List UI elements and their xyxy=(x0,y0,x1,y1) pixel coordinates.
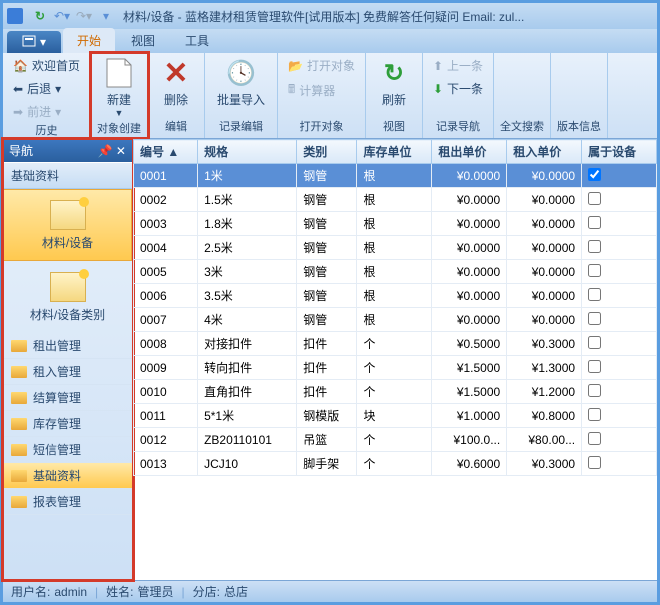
nav-material-category[interactable]: 材料/设备类别 xyxy=(3,261,132,333)
col-header[interactable]: 编号 ▲ xyxy=(134,140,198,164)
home-button[interactable]: 🏠 欢迎首页 xyxy=(9,55,84,76)
equip-checkbox[interactable] xyxy=(588,408,601,421)
table-row[interactable]: 0012ZB20110101吊篮个¥100.0...¥80.00... xyxy=(134,428,657,452)
table-row[interactable]: 00011米钢管根¥0.0000¥0.0000 xyxy=(134,164,657,188)
group-edit: ✕ 删除 编辑 xyxy=(148,53,205,138)
refresh-button[interactable]: ↻ 刷新 xyxy=(372,55,416,110)
table-row[interactable]: 00031.8米钢管根¥0.0000¥0.0000 xyxy=(134,212,657,236)
group-search: 全文搜索 xyxy=(494,53,551,138)
nav-item-3[interactable]: 库存管理 xyxy=(3,411,132,437)
equip-checkbox[interactable] xyxy=(588,384,601,397)
batch-import-button[interactable]: 🕓 批量导入 xyxy=(211,55,271,110)
new-button[interactable]: 新建▼ xyxy=(97,55,141,120)
equip-checkbox[interactable] xyxy=(588,456,601,469)
nav-panel: 导航 📌 ✕ 基础资料 材料/设备 材料/设备类别 租出管理租入管理结算管理库存… xyxy=(3,139,133,580)
group-history: 🏠 欢迎首页 ⬅ 后退 ▾ ➡ 前进 ▾ 历史 xyxy=(3,53,91,138)
col-header[interactable]: 类别 xyxy=(297,140,357,164)
col-header[interactable]: 库存单位 xyxy=(357,140,432,164)
pin-icon[interactable]: 📌 ✕ xyxy=(98,144,126,158)
group-record-edit: 🕓 批量导入 记录编辑 xyxy=(205,53,278,138)
equip-checkbox[interactable] xyxy=(588,192,601,205)
nav-item-1[interactable]: 租入管理 xyxy=(3,359,132,385)
data-grid[interactable]: 编号 ▲规格类别库存单位租出单价租入单价属于设备 00011米钢管根¥0.000… xyxy=(133,139,657,580)
nav-item-0[interactable]: 租出管理 xyxy=(3,333,132,359)
col-header[interactable]: 租入单价 xyxy=(507,140,582,164)
ribbon: 🏠 欢迎首页 ⬅ 后退 ▾ ➡ 前进 ▾ 历史 新建▼ 对象创建 ✕ 删除 编辑… xyxy=(3,53,657,139)
refresh-icon: ↻ xyxy=(378,57,410,89)
equip-checkbox[interactable] xyxy=(588,312,601,325)
equip-checkbox[interactable] xyxy=(588,288,601,301)
qat-undo-icon[interactable]: ↶▾ xyxy=(53,7,71,25)
tab-tools[interactable]: 工具 xyxy=(171,28,223,53)
table-row[interactable]: 00063.5米钢管根¥0.0000¥0.0000 xyxy=(134,284,657,308)
nav-item-4[interactable]: 短信管理 xyxy=(3,437,132,463)
nav-section-basic[interactable]: 基础资料 xyxy=(3,162,132,189)
equip-checkbox[interactable] xyxy=(588,432,601,445)
table-row[interactable]: 00042.5米钢管根¥0.0000¥0.0000 xyxy=(134,236,657,260)
group-version: 版本信息 xyxy=(551,53,608,138)
table-row[interactable]: 0009转向扣件扣件个¥1.5000¥1.3000 xyxy=(134,356,657,380)
nav-item-2[interactable]: 结算管理 xyxy=(3,385,132,411)
tab-view[interactable]: 视图 xyxy=(117,28,169,53)
nav-header: 导航 📌 ✕ xyxy=(3,139,132,162)
titlebar: ↻ ↶▾ ↷▾ ▾ 材料/设备 - 蓝格建材租赁管理软件[试用版本] 免费解答任… xyxy=(3,3,657,29)
col-header[interactable]: 租出单价 xyxy=(432,140,507,164)
table-row[interactable]: 00115*1米钢模版块¥1.0000¥0.8000 xyxy=(134,404,657,428)
open-object-button[interactable]: 📂 打开对象 xyxy=(284,55,359,76)
folder-icon xyxy=(11,418,27,430)
quick-access: ↻ ↶▾ ↷▾ ▾ xyxy=(31,7,115,25)
group-create: 新建▼ 对象创建 xyxy=(91,53,148,138)
nav-item-5[interactable]: 基础资料 xyxy=(3,463,132,489)
tab-start[interactable]: 开始 xyxy=(63,28,115,53)
back-button[interactable]: ⬅ 后退 ▾ xyxy=(9,78,84,99)
qat-more-icon[interactable]: ▾ xyxy=(97,7,115,25)
group-view: ↻ 刷新 视图 xyxy=(366,53,423,138)
equip-checkbox[interactable] xyxy=(588,168,601,181)
table-row[interactable]: 0008对接扣件扣件个¥0.5000¥0.3000 xyxy=(134,332,657,356)
qat-refresh-icon[interactable]: ↻ xyxy=(31,7,49,25)
equip-checkbox[interactable] xyxy=(588,264,601,277)
table-row[interactable]: 0010直角扣件扣件个¥1.5000¥1.2000 xyxy=(134,380,657,404)
table-row[interactable]: 00074米钢管根¥0.0000¥0.0000 xyxy=(134,308,657,332)
nav-material-equip[interactable]: 材料/设备 xyxy=(3,189,132,261)
group-record-nav: ⬆ 上一条 ⬇ 下一条 记录导航 xyxy=(423,53,494,138)
equip-checkbox[interactable] xyxy=(588,240,601,253)
col-header[interactable]: 规格 xyxy=(198,140,297,164)
folder-icon xyxy=(11,392,27,404)
app-icon xyxy=(7,8,23,24)
forward-button[interactable]: ➡ 前进 ▾ xyxy=(9,101,84,122)
new-icon xyxy=(103,57,135,89)
table-row[interactable]: 0013JCJ10脚手架个¥0.6000¥0.3000 xyxy=(134,452,657,476)
delete-button[interactable]: ✕ 删除 xyxy=(154,55,198,110)
calculator-button[interactable]: 🖩 计算器 xyxy=(284,78,359,103)
col-header[interactable]: 属于设备 xyxy=(582,140,657,164)
qat-redo-icon[interactable]: ↷▾ xyxy=(75,7,93,25)
ribbon-tabs: ▾ 开始 视图 工具 xyxy=(3,29,657,53)
equip-checkbox[interactable] xyxy=(588,360,601,373)
equip-checkbox[interactable] xyxy=(588,336,601,349)
folder-icon xyxy=(11,340,27,352)
folder-icon xyxy=(11,470,27,482)
group-open: 📂 打开对象 🖩 计算器 打开对象 xyxy=(278,53,366,138)
folder-icon xyxy=(11,496,27,508)
nav-item-6[interactable]: 报表管理 xyxy=(3,489,132,515)
status-bar: 用户名: admin | 姓名: 管理员 | 分店: 总店 xyxy=(3,580,657,602)
table-row[interactable]: 00021.5米钢管根¥0.0000¥0.0000 xyxy=(134,188,657,212)
prev-record-button[interactable]: ⬆ 上一条 xyxy=(429,55,487,76)
material-icon xyxy=(50,200,86,230)
table-row[interactable]: 00053米钢管根¥0.0000¥0.0000 xyxy=(134,260,657,284)
next-record-button[interactable]: ⬇ 下一条 xyxy=(429,78,487,99)
equip-checkbox[interactable] xyxy=(588,216,601,229)
import-icon: 🕓 xyxy=(225,57,257,89)
folder-icon xyxy=(11,366,27,378)
delete-icon: ✕ xyxy=(160,57,192,89)
app-menu-button[interactable]: ▾ xyxy=(7,31,61,53)
category-icon xyxy=(50,272,86,302)
folder-icon xyxy=(11,444,27,456)
window-title: 材料/设备 - 蓝格建材租赁管理软件[试用版本] 免费解答任何疑问 Email:… xyxy=(123,8,524,25)
